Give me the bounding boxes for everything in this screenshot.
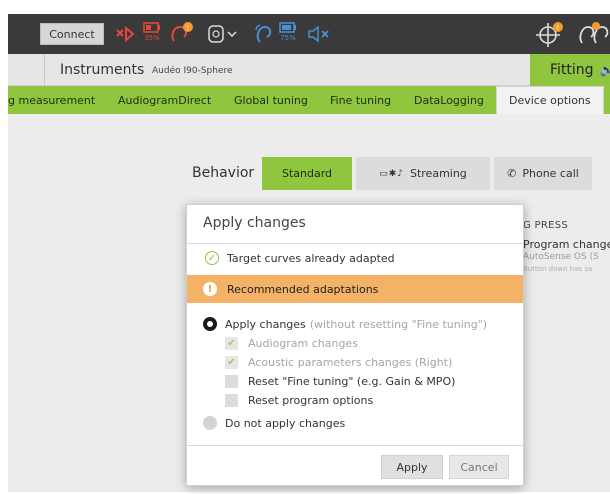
reset-program-options-option[interactable]: Reset program options (225, 394, 373, 407)
apply-button[interactable]: Apply (381, 455, 443, 479)
target-curves-row: ✓ Target curves already adapted (205, 251, 395, 265)
do-not-apply-option[interactable]: Do not apply changes (203, 416, 345, 430)
fitting-tab[interactable]: Fitting 🔈 (530, 54, 610, 86)
program-change-note: Button down has sa (523, 265, 593, 273)
instruments-bar: Instruments Audéo I90-Sphere Fitting 🔈 (8, 54, 610, 86)
tab-phone-call[interactable]: ✆ Phone call (494, 157, 592, 190)
tab-standard[interactable]: Standard (262, 157, 352, 190)
left-mute-hearing-aid-icon[interactable] (114, 22, 136, 46)
reset-fine-tuning-label: Reset "Fine tuning" (e.g. Gain & MPO) (248, 375, 456, 388)
reset-program-options-checkbox[interactable] (225, 394, 238, 407)
cancel-button[interactable]: Cancel (449, 455, 509, 479)
program-change-title: Program change (523, 238, 610, 251)
tab-phone-call-label: Phone call (522, 167, 579, 180)
apply-changes-option-note: (without resetting "Fine tuning") (309, 317, 488, 331)
subnav-item-audiogramdirect[interactable]: AudiogramDirect (118, 94, 211, 107)
streaming-devices-icon: ▭✱♪ (379, 168, 404, 179)
top-toolbar: Connect 35% ! 75% ! (8, 14, 610, 54)
tab-streaming-label: Streaming (409, 167, 467, 180)
program-change-subtitle: AutoSense OS (S (523, 252, 599, 262)
subnav-item-global-tuning[interactable]: Global tuning (234, 94, 308, 107)
recommended-adaptations-banner: ! Recommended adaptations (187, 275, 523, 303)
press-heading: G PRESS (523, 220, 569, 231)
fitting-subnav: g measurement AudiogramDirect Global tun… (8, 86, 610, 114)
right-battery-icon: 75% (278, 22, 298, 46)
fitting-label: Fitting (550, 62, 594, 78)
reset-program-options-label: Reset program options (248, 394, 374, 407)
instruments-title[interactable]: Instruments (60, 62, 144, 78)
acoustic-parameters-option: ✔ Acoustic parameters changes (Right) (225, 356, 452, 369)
recommended-adaptations-text: Recommended adaptations (227, 282, 379, 296)
subnav-item-measurement[interactable]: g measurement (8, 94, 95, 107)
behavior-label: Behavior (192, 165, 255, 181)
left-hearing-aid-icon[interactable]: ! (168, 22, 196, 46)
reset-fine-tuning-option[interactable]: Reset "Fine tuning" (e.g. Gain & MPO) (225, 375, 455, 388)
connect-button[interactable]: Connect (40, 23, 104, 45)
subnav-item-datalogging[interactable]: DataLogging (414, 94, 484, 107)
apply-changes-option-label: Apply changes (225, 317, 306, 331)
right-mute-speaker-icon[interactable] (306, 22, 332, 46)
binaural-hearing-icon[interactable] (576, 22, 610, 46)
device-name: Audéo I90-Sphere (152, 66, 233, 76)
divider (187, 445, 523, 446)
reset-fine-tuning-checkbox[interactable] (225, 375, 238, 388)
left-battery-icon: 35% (142, 22, 162, 46)
tab-streaming[interactable]: ▭✱♪ Streaming (356, 157, 490, 190)
check-circle-icon: ✓ (205, 251, 219, 265)
apply-changes-radio[interactable] (203, 317, 217, 331)
audiogram-changes-label: Audiogram changes (248, 337, 358, 350)
target-curves-text: Target curves already adapted (227, 251, 395, 265)
left-battery-level: 35% (144, 34, 160, 42)
checkmark-icon: ✔ (225, 337, 238, 350)
dialog-title: Apply changes (203, 215, 306, 231)
warning-icon: ! (203, 282, 217, 296)
right-hearing-aid-icon[interactable] (252, 22, 276, 46)
right-battery-level: 75% (280, 34, 296, 42)
speaker-icon: 🔈 (599, 63, 610, 77)
svg-text:!: ! (557, 24, 560, 32)
do-not-apply-label: Do not apply changes (225, 416, 346, 430)
do-not-apply-radio[interactable] (203, 416, 217, 430)
svg-text:!: ! (187, 24, 190, 32)
checkmark-icon: ✔ (225, 356, 238, 369)
crosshair-target-icon[interactable]: ! (536, 22, 566, 47)
apply-changes-dialog: Apply changes ✓ Target curves already ad… (186, 204, 524, 486)
apply-changes-option[interactable]: Apply changes (without resetting "Fine t… (203, 317, 487, 331)
phone-icon: ✆ (507, 167, 517, 180)
acoustic-parameters-label: Acoustic parameters changes (Right) (248, 356, 453, 369)
audiogram-changes-option: ✔ Audiogram changes (225, 337, 358, 350)
divider (187, 243, 523, 244)
subnav-item-fine-tuning[interactable]: Fine tuning (330, 94, 391, 107)
subnav-item-device-options[interactable]: Device options (496, 86, 604, 114)
tab-standard-label: Standard (281, 167, 333, 180)
divider (44, 54, 45, 86)
program-volume-icon[interactable] (206, 22, 242, 46)
